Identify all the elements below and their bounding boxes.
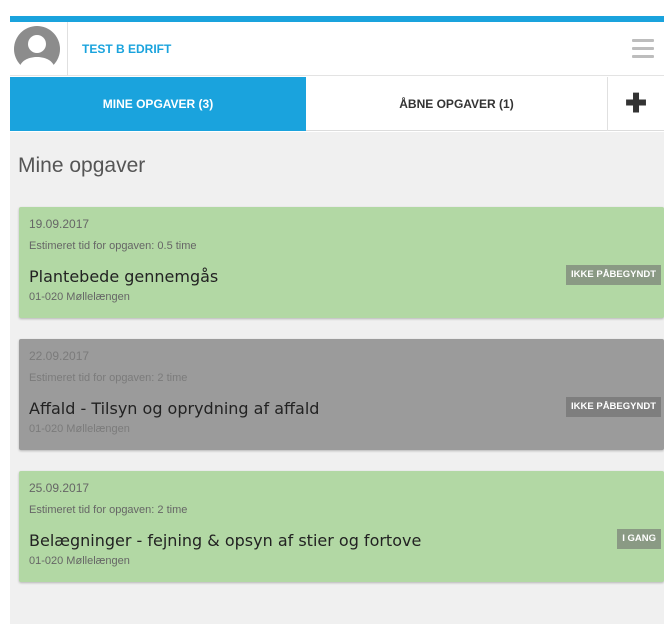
task-location: 01-020 Møllelængen [29,291,130,303]
hamburger-menu-icon[interactable] [632,39,654,59]
task-title: Affald - Tilsyn og oprydning af affald [29,399,320,418]
task-date: 19.09.2017 [29,217,90,231]
header: TEST B EDRIFT [10,22,664,76]
task-date: 22.09.2017 [29,349,90,363]
task-card[interactable]: 25.09.2017 Estimeret tid for opgaven: 2 … [19,471,664,582]
tab-bar: MINE OPGAVER (3) ÅBNE OPGAVER (1) ✚ [10,77,664,131]
task-estimate: Estimeret tid for opgaven: 2 time [29,504,188,516]
add-icon[interactable]: ✚ [608,77,664,131]
task-date: 25.09.2017 [29,481,90,495]
avatar-container[interactable] [10,22,68,76]
task-location: 01-020 Møllelængen [29,423,130,435]
tab-aabne-opgaver[interactable]: ÅBNE OPGAVER (1) [306,77,608,131]
status-badge: IKKE PÅBEGYNDT [566,265,661,285]
page-title: Mine opgaver [18,154,146,177]
tab-mine-opgaver[interactable]: MINE OPGAVER (3) [10,77,306,131]
task-estimate: Estimeret tid for opgaven: 0.5 time [29,240,197,252]
app: TEST B EDRIFT MINE OPGAVER (3) ÅBNE OPGA… [0,0,664,624]
status-badge: I GANG [617,529,661,549]
task-title: Plantebede gennemgås [29,267,219,286]
task-location: 01-020 Møllelængen [29,555,130,567]
task-estimate: Estimeret tid for opgaven: 2 time [29,372,188,384]
status-badge: IKKE PÅBEGYNDT [566,397,661,417]
user-name[interactable]: TEST B EDRIFT [82,22,171,76]
task-card[interactable]: 22.09.2017 Estimeret tid for opgaven: 2 … [19,339,664,450]
main-content: Mine opgaver 19.09.2017 Estimeret tid fo… [10,132,664,624]
task-card[interactable]: 19.09.2017 Estimeret tid for opgaven: 0.… [19,207,664,318]
task-title: Belægninger - fejning & opsyn af stier o… [29,531,422,550]
user-silhouette-icon [14,26,60,72]
